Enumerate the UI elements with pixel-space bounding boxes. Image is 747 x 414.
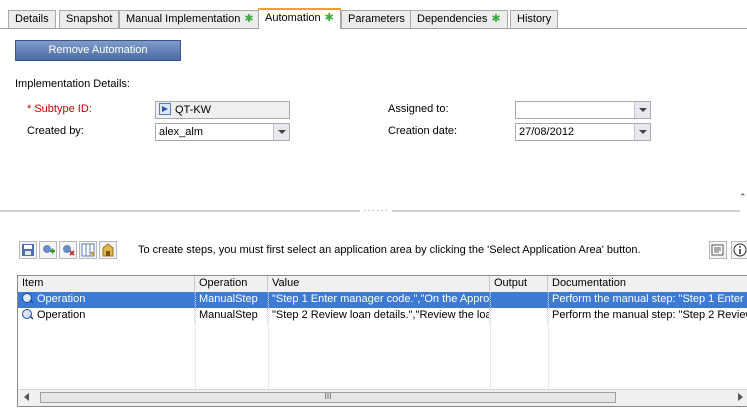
cell-operation: ManualStep (195, 308, 268, 324)
info-icon[interactable] (731, 241, 747, 259)
subtype-icon (159, 103, 171, 115)
tab-label: Automation (265, 12, 321, 24)
scrollbar-thumb[interactable]: III (40, 392, 616, 403)
created-by-value: alex_alm (159, 126, 204, 138)
assigned-to-label: Assigned to: (388, 103, 449, 115)
tab-label: Details (15, 13, 49, 25)
column-divider (268, 292, 269, 389)
creation-date-value: 27/08/2012 (519, 126, 575, 138)
tab-parameters[interactable]: Parameters (341, 10, 412, 28)
cell-item: Operation (18, 308, 195, 324)
cell-item-text: Operation (37, 309, 86, 321)
column-header-item[interactable]: Item (18, 276, 195, 292)
modified-star-icon: ✱ (324, 12, 334, 24)
subtype-id-label: * Subtype ID: (27, 103, 92, 115)
tab-label: Parameters (348, 13, 405, 25)
remove-automation-button[interactable]: Remove Automation (15, 40, 181, 61)
required-mark: * (27, 103, 32, 115)
tab-label: Snapshot (66, 13, 113, 25)
delete-step-icon[interactable] (59, 241, 77, 259)
select-application-area-icon[interactable] (99, 241, 117, 259)
column-divider (195, 292, 196, 389)
subtype-id-field[interactable]: QT-KW (155, 101, 290, 119)
cell-value[interactable]: "Step 1 Enter manager code.","On the App… (268, 292, 490, 308)
tab-label: Dependencies (417, 13, 488, 25)
add-step-icon[interactable] (39, 241, 57, 259)
cell-value[interactable]: "Step 2 Review loan details.","Review th… (268, 308, 490, 324)
tab-label: Manual Implementation (126, 13, 241, 25)
cell-documentation: Perform the manual step: "Step 2 Review … (548, 308, 747, 324)
save-icon[interactable] (19, 241, 37, 259)
table-row[interactable]: Operation ManualStep "Step 2 Review loan… (18, 308, 747, 324)
column-header-output[interactable]: Output (490, 276, 548, 292)
cell-item-text: Operation (37, 293, 86, 305)
cell-operation: ManualStep (195, 292, 268, 308)
operation-icon (22, 309, 34, 320)
tab-automation[interactable]: Automation ✱ (258, 8, 341, 29)
column-header-documentation[interactable]: Documentation (548, 276, 747, 292)
collapse-icon[interactable]: ⌃ (739, 192, 747, 203)
scroll-right-icon[interactable] (738, 393, 743, 401)
automation-panel: Remove Automation Implementation Details… (0, 29, 747, 414)
properties-icon[interactable] (709, 241, 727, 259)
chevron-down-icon[interactable] (634, 124, 650, 140)
column-header-operation[interactable]: Operation (195, 276, 268, 292)
column-divider (548, 292, 549, 389)
tab-dependencies[interactable]: Dependencies ✱ (410, 10, 508, 28)
cell-output (490, 292, 548, 308)
cell-item: Operation (18, 292, 195, 308)
modified-star-icon: ✱ (244, 13, 254, 25)
modified-star-icon: ✱ (491, 13, 501, 25)
created-by-select[interactable]: alex_alm (155, 123, 290, 141)
tab-label: History (517, 13, 552, 25)
tab-history[interactable]: History (510, 10, 559, 28)
splitter-grip[interactable]: ······ (360, 206, 392, 216)
panel-splitter[interactable]: ······ (0, 206, 740, 216)
implementation-details-heading: Implementation Details: (15, 78, 130, 90)
column-divider (490, 292, 491, 389)
chevron-down-icon[interactable] (634, 102, 650, 118)
tab-snapshot[interactable]: Snapshot (59, 10, 120, 28)
columns-icon[interactable] (79, 241, 97, 259)
creation-date-label: Creation date: (388, 125, 458, 137)
tab-manual-implementation[interactable]: Manual Implementation ✱ (119, 10, 261, 28)
subtype-id-value: QT-KW (175, 104, 212, 116)
operation-icon (22, 293, 34, 304)
horizontal-scrollbar[interactable]: III (18, 389, 747, 406)
created-by-label: Created by: (27, 125, 84, 137)
cell-output (490, 308, 548, 324)
scroll-left-icon[interactable] (24, 393, 29, 401)
cell-documentation: Perform the manual step: "Step 1 Enter m… (548, 292, 747, 308)
toolbar-hint: To create steps, you must first select a… (138, 244, 641, 256)
tab-bar: Details Snapshot Manual Implementation ✱ … (0, 0, 747, 29)
tab-details[interactable]: Details (8, 10, 56, 28)
column-header-value[interactable]: Value (268, 276, 490, 292)
creation-date-select[interactable]: 27/08/2012 (515, 123, 651, 141)
assigned-to-select[interactable] (515, 101, 651, 119)
steps-grid: Item Operation Value Output Documentatio… (17, 275, 747, 407)
grid-header: Item Operation Value Output Documentatio… (18, 276, 747, 293)
chevron-down-icon[interactable] (273, 124, 289, 140)
subtype-id-label-text: Subtype ID: (34, 103, 92, 115)
table-row[interactable]: Operation ManualStep "Step 1 Enter manag… (18, 292, 747, 308)
